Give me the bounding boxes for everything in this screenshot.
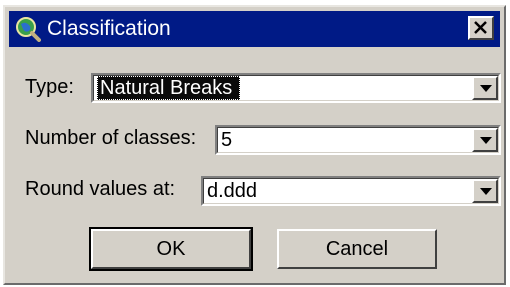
cancel-button[interactable]: Cancel	[277, 229, 437, 269]
type-label: Type:	[25, 76, 74, 98]
type-dropdown-arrow[interactable]	[472, 76, 498, 100]
ok-button-label: OK	[156, 237, 186, 260]
round-select[interactable]: d.ddd	[201, 176, 501, 206]
round-label: Round values at:	[25, 178, 176, 200]
type-select-value: Natural Breaks	[97, 76, 241, 100]
globe-magnifier-icon	[15, 16, 41, 42]
cancel-button-label: Cancel	[325, 237, 389, 260]
round-select-value: d.ddd	[207, 180, 258, 202]
classes-label: Number of classes:	[25, 127, 197, 149]
title-bar[interactable]: Classification	[9, 11, 500, 47]
classes-dropdown-arrow[interactable]	[472, 128, 498, 152]
close-button[interactable]	[468, 16, 494, 40]
ok-button[interactable]: OK	[89, 227, 253, 271]
classification-dialog: Classification Type: Natural Breaks Numb…	[3, 5, 506, 285]
window-title: Classification	[47, 17, 171, 40]
classes-select-value: 5	[221, 129, 233, 151]
type-select[interactable]: Natural Breaks	[91, 73, 501, 103]
classes-select[interactable]: 5	[215, 125, 501, 155]
round-dropdown-arrow[interactable]	[472, 179, 498, 203]
